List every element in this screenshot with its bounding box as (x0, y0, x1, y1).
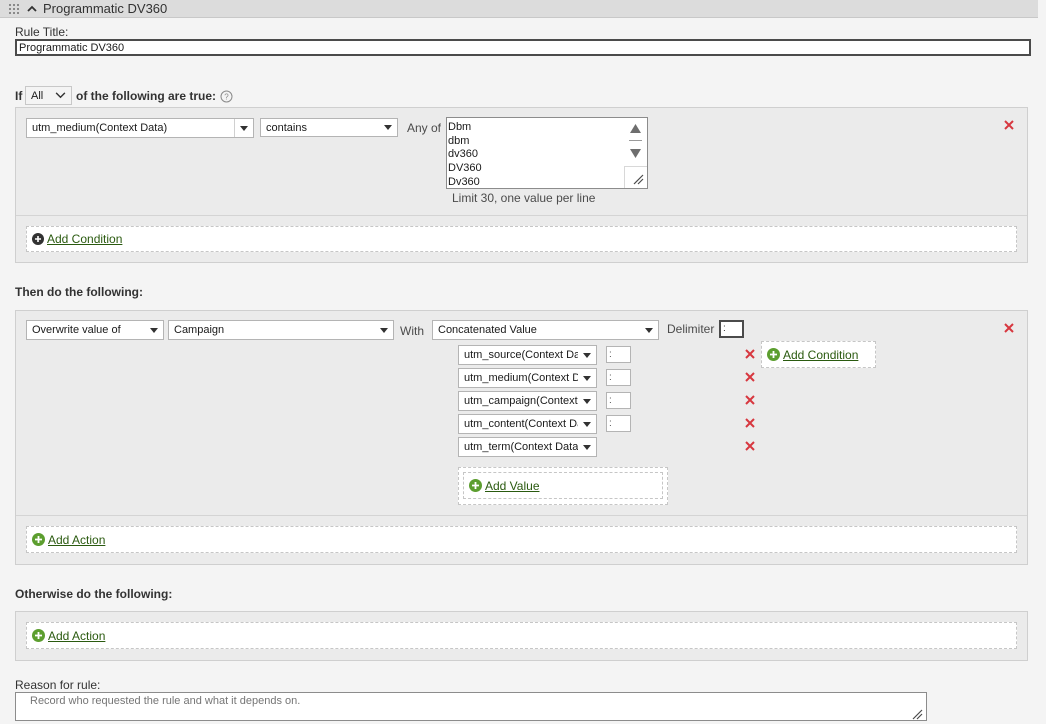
concat-delimiter-input[interactable]: : (606, 346, 631, 363)
rule-header-title: Programmatic DV360 (43, 1, 168, 16)
condition-value: Dbm (448, 121, 472, 133)
values-scrollbar[interactable] (624, 118, 647, 166)
resize-handle[interactable] (624, 166, 647, 188)
resize-grip-icon[interactable] (633, 174, 644, 185)
chevron-up-icon[interactable] (26, 3, 38, 15)
condition-operator-value: contains (266, 121, 307, 134)
dropdown-arrow-icon (578, 346, 596, 364)
dropdown-arrow-icon (578, 392, 596, 410)
dropdown-arrow-icon (578, 415, 596, 433)
match-mode-value: All (31, 89, 44, 102)
condition-value: Dv360 (448, 175, 480, 188)
scroll-down-icon[interactable] (630, 149, 641, 158)
remove-value-icon[interactable] (745, 372, 755, 382)
if-suffix-label: of the following are true: (76, 89, 216, 103)
rule-header[interactable]: Programmatic DV360 (0, 0, 1038, 18)
any-of-label: Any of (407, 121, 442, 135)
remove-action-icon[interactable] (1004, 323, 1014, 333)
panel-divider (16, 215, 1027, 216)
help-icon[interactable]: ? (220, 90, 233, 103)
add-icon (32, 629, 45, 642)
otherwise-add-action-link[interactable]: Add Action (48, 629, 105, 643)
dropdown-arrow-icon (375, 321, 393, 339)
action-target-value: Campaign (174, 324, 225, 336)
delimiter-label: Delimiter (667, 322, 715, 336)
chevron-down-icon (55, 92, 66, 99)
concat-value-label: utm_campaign(Context Data) (464, 395, 578, 407)
action-type-select[interactable]: Overwrite value of (26, 320, 164, 340)
with-label: With (400, 324, 424, 338)
concat-delimiter-input[interactable]: : (606, 415, 631, 432)
condition-field-value: utm_medium(Context Data) (32, 122, 168, 134)
concat-value-select[interactable]: utm_content(Context Data) (458, 414, 597, 434)
concat-delimiter-input[interactable]: : (606, 392, 631, 409)
reason-label: Reason for rule: (15, 678, 101, 692)
add-value-bar[interactable]: Add Value (463, 472, 663, 499)
rule-title-input[interactable] (15, 39, 1031, 56)
concat-value-label: utm_source(Context Data) (464, 349, 578, 361)
drag-handle-icon[interactable] (9, 3, 21, 15)
condition-value: DV360 (448, 162, 482, 175)
resize-grip-icon[interactable] (912, 709, 923, 720)
add-condition-link[interactable]: Add Condition (47, 232, 122, 246)
concat-delimiter-input[interactable]: : (606, 369, 631, 386)
add-icon (767, 348, 780, 361)
dropdown-arrow-icon (640, 321, 658, 339)
value-type-select[interactable]: Concatenated Value (432, 320, 659, 340)
add-action-bar[interactable]: Add Action (26, 526, 1017, 553)
concat-value-select[interactable]: utm_medium(Context Data) (458, 368, 597, 388)
reason-textarea[interactable] (15, 692, 927, 721)
action-target-select[interactable]: Campaign (168, 320, 394, 340)
add-condition-bar[interactable]: Add Condition (26, 226, 1017, 252)
condition-values-hint: Limit 30, one value per line (452, 191, 596, 205)
action-add-condition-bar[interactable]: Add Condition (761, 341, 876, 368)
condition-value: dv360 (448, 148, 478, 161)
value-type-value: Concatenated Value (438, 324, 537, 336)
svg-text:?: ? (224, 93, 229, 102)
concat-value-label: utm_medium(Context Data) (464, 372, 578, 384)
remove-value-icon[interactable] (745, 418, 755, 428)
remove-condition-icon[interactable] (1004, 120, 1014, 130)
add-icon (32, 533, 45, 546)
if-label: If (15, 89, 23, 103)
add-icon (32, 233, 44, 245)
action-type-value: Overwrite value of (32, 324, 121, 336)
delimiter-input[interactable]: : (719, 320, 744, 338)
otherwise-add-action-bar[interactable]: Add Action (26, 622, 1017, 649)
rule-title-label: Rule Title: (15, 25, 69, 39)
match-mode-select[interactable]: All (25, 86, 72, 105)
otherwise-heading: Otherwise do the following: (15, 587, 173, 601)
scroll-up-icon[interactable] (630, 124, 641, 133)
condition-operator-select[interactable]: contains (260, 118, 398, 137)
add-value-link[interactable]: Add Value (485, 479, 540, 493)
remove-value-icon[interactable] (745, 349, 755, 359)
condition-value: dbm (448, 134, 470, 147)
dropdown-arrow-icon (578, 369, 596, 387)
dropdown-arrow-icon (578, 438, 596, 456)
concat-value-label: utm_content(Context Data) (464, 418, 578, 430)
add-action-link[interactable]: Add Action (48, 533, 105, 547)
panel-divider (16, 515, 1027, 516)
then-heading: Then do the following: (15, 285, 143, 299)
dropdown-arrow-icon (234, 119, 253, 137)
action-add-condition-link[interactable]: Add Condition (783, 348, 858, 362)
remove-value-icon[interactable] (745, 441, 755, 451)
concat-value-select[interactable]: utm_campaign(Context Data) (458, 391, 597, 411)
remove-value-icon[interactable] (745, 395, 755, 405)
dropdown-arrow-icon (145, 321, 163, 339)
concat-value-select[interactable]: utm_term(Context Data) (458, 437, 597, 457)
dropdown-arrow-icon (379, 119, 397, 136)
concat-value-select[interactable]: utm_source(Context Data) (458, 345, 597, 365)
condition-field-select[interactable]: utm_medium(Context Data) (26, 118, 254, 138)
condition-values-textarea[interactable]: Dbm dbm dv360 DV360 Dv360 (446, 117, 648, 189)
concat-value-label: utm_term(Context Data) (464, 441, 578, 453)
add-icon (469, 479, 482, 492)
